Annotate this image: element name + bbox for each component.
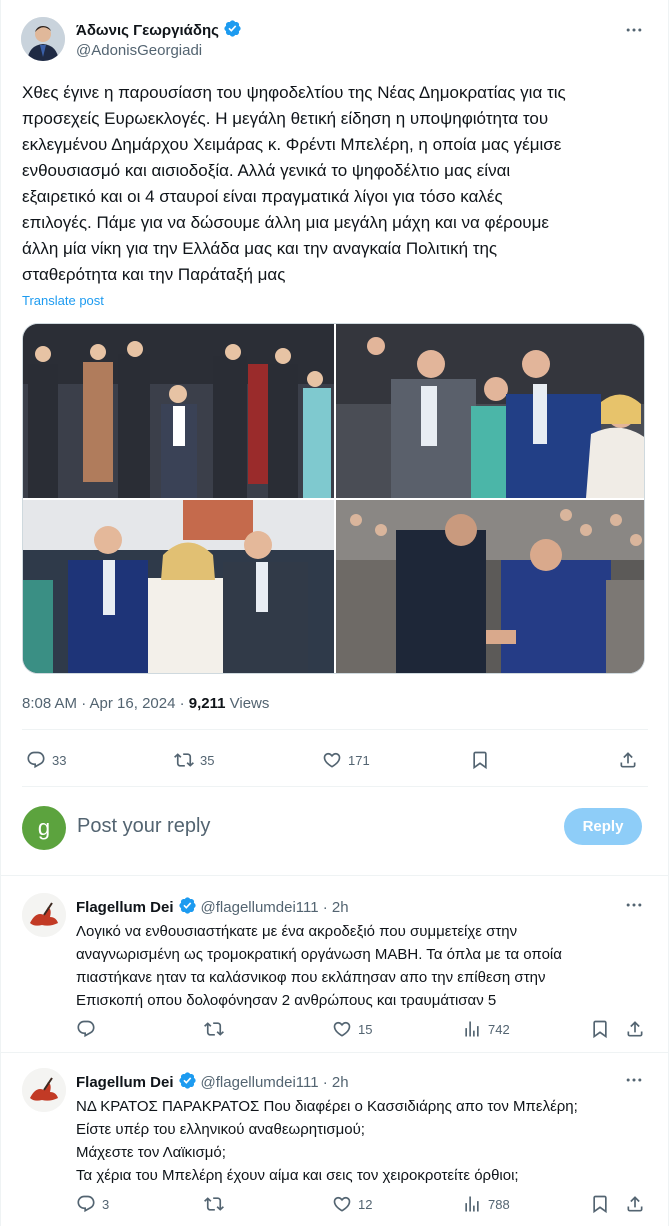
verified-badge-icon: [178, 896, 197, 919]
reply-header: Flagellum Dei @flagellumdei111 · 2h: [76, 1071, 349, 1094]
bookmark-button[interactable]: [590, 1019, 610, 1039]
share-icon: [627, 1196, 643, 1212]
verified-badge-icon: [178, 1071, 197, 1094]
more-icon[interactable]: [624, 895, 644, 920]
repost-button[interactable]: [204, 1019, 230, 1039]
reply-icon: [77, 1020, 95, 1038]
reply-text: Λογικό να ενθουσιαστήκατε με ένα ακροδεξ…: [76, 923, 562, 1009]
divider: [22, 786, 648, 787]
reply-text: ΝΔ ΚΡΑΤΟΣ ΠΑΡΑΚΡΑΤΟΣ Που διαφέρει ο Κασσ…: [76, 1098, 578, 1184]
bookmark-icon: [473, 751, 487, 770]
post-detail-column: Άδωνις Γεωργιάδης @AdonisGeorgiadi Χθες …: [0, 0, 669, 1226]
like-button[interactable]: 12: [332, 1194, 372, 1214]
more-icon[interactable]: [624, 20, 644, 45]
reply-author-name[interactable]: Flagellum Dei: [76, 1074, 174, 1091]
share-icon: [627, 1021, 643, 1037]
like-button[interactable]: 171: [322, 750, 370, 770]
repost-button[interactable]: [204, 1194, 230, 1214]
divider: [1, 875, 669, 876]
photo-1[interactable]: [23, 324, 334, 498]
share-button[interactable]: [618, 750, 638, 770]
bookmark-button[interactable]: [590, 1194, 610, 1214]
author-avatar[interactable]: [21, 17, 65, 61]
share-icon: [620, 752, 636, 768]
verified-badge-icon: [223, 19, 242, 42]
author-name-row[interactable]: Άδωνις Γεωργιάδης: [76, 19, 242, 42]
reply-avatar[interactable]: [22, 893, 66, 937]
reply-header: Flagellum Dei @flagellumdei111 · 2h: [76, 896, 349, 919]
bookmark-icon: [593, 1195, 607, 1214]
views-count: 742: [488, 1021, 510, 1037]
author-handle[interactable]: @AdonisGeorgiadi: [76, 42, 202, 59]
user-avatar: g: [22, 806, 66, 850]
author-name[interactable]: Άδωνις Γεωργιάδης: [76, 22, 219, 39]
repost-icon: [204, 1022, 224, 1036]
like-button[interactable]: 15: [332, 1019, 372, 1039]
repost-count: 35: [200, 752, 215, 768]
reply-count: 3: [102, 1196, 110, 1212]
views-label: Views: [225, 695, 270, 712]
repost-icon: [204, 1197, 224, 1211]
reply-submit-button[interactable]: Reply: [564, 808, 642, 845]
repost-icon: [174, 753, 194, 767]
photo-4[interactable]: [336, 500, 644, 673]
reply-icon: [27, 751, 45, 769]
like-icon: [323, 752, 341, 768]
reply-author-handle[interactable]: @flagellumdei111 · 2h: [201, 1074, 349, 1091]
views-button[interactable]: 742: [462, 1019, 510, 1039]
divider: [22, 729, 648, 730]
views-icon: [465, 1021, 479, 1037]
reply-count: 33: [52, 752, 67, 768]
reply-button[interactable]: 33: [26, 750, 66, 770]
like-count: 12: [358, 1196, 373, 1212]
reply-icon: [77, 1195, 95, 1213]
share-button[interactable]: [625, 1194, 645, 1214]
share-button[interactable]: [625, 1019, 645, 1039]
more-icon[interactable]: [624, 1070, 644, 1095]
photo-2[interactable]: [336, 324, 644, 498]
post-time[interactable]: 8:08 AM · Apr 16, 2024 ·: [22, 695, 189, 712]
like-icon: [333, 1021, 351, 1037]
translate-post-link[interactable]: Translate post: [22, 293, 104, 308]
post-meta: 8:08 AM · Apr 16, 2024 · 9,211 Views: [22, 695, 269, 712]
reply-input[interactable]: Post your reply: [77, 815, 210, 838]
like-count: 15: [358, 1021, 373, 1037]
reply-button[interactable]: 3: [76, 1194, 109, 1214]
like-icon: [333, 1196, 351, 1212]
reply-button[interactable]: [76, 1019, 102, 1039]
photo-3[interactable]: [23, 500, 334, 673]
divider: [1, 1052, 669, 1053]
views-count: 9,211: [188, 695, 226, 712]
reply-avatar[interactable]: [22, 1068, 66, 1112]
views-icon: [465, 1196, 479, 1212]
media-grid: [22, 323, 645, 674]
bookmark-button[interactable]: [470, 750, 490, 770]
bookmark-icon: [593, 1020, 607, 1039]
views-count: 788: [488, 1196, 510, 1212]
tweet-text: Χθες έγινε η παρουσίαση του ψηφοδελτίου …: [22, 83, 566, 284]
reply-author-handle[interactable]: @flagellumdei111 · 2h: [201, 899, 349, 916]
like-count: 171: [348, 752, 370, 768]
views-button[interactable]: 788: [462, 1194, 510, 1214]
repost-button[interactable]: 35: [174, 750, 214, 770]
reply-author-name[interactable]: Flagellum Dei: [76, 899, 174, 916]
